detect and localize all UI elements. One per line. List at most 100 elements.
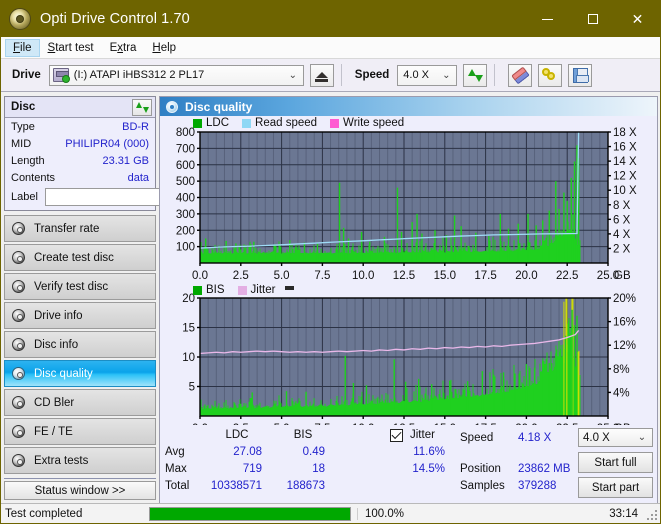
progress-bar	[149, 507, 351, 521]
svg-text:0.0: 0.0	[192, 270, 208, 282]
svg-text:6 X: 6 X	[613, 214, 631, 226]
progress-fill	[150, 508, 350, 520]
svg-text:GB: GB	[614, 270, 631, 282]
status-text: Test completed	[1, 508, 147, 520]
stats-speed-value: 4.18 X	[518, 432, 551, 444]
jitter-checkbox[interactable]	[390, 429, 403, 442]
disc-icon	[12, 251, 25, 264]
status-window-button[interactable]: Status window >>	[4, 481, 156, 500]
disc-value-length: 23.31 GB	[103, 155, 149, 167]
legend-swatch-jitter	[238, 286, 247, 295]
disc-icon	[12, 454, 25, 467]
sidebar-item-disc-info[interactable]: Disc info	[4, 331, 156, 358]
bis-chart: BIS Jitter 51015204%8%12%16%20%0.02.55.0…	[160, 284, 657, 444]
svg-text:15.0: 15.0	[434, 270, 456, 282]
svg-text:8%: 8%	[613, 364, 630, 376]
disc-refresh-button[interactable]	[132, 99, 152, 116]
svg-text:16 X: 16 X	[613, 142, 637, 154]
sidebar-item-disc-quality[interactable]: Disc quality	[4, 360, 156, 387]
stats-ldc-total: 10338571	[182, 480, 262, 492]
resize-grip[interactable]	[645, 508, 657, 520]
start-full-button[interactable]: Start full	[578, 452, 653, 473]
sidebar-item-extra-tests[interactable]: Extra tests	[4, 447, 156, 474]
eraser-icon	[511, 66, 530, 84]
app-window: Opti Drive Control 1.70 ✕ FFileile Start…	[0, 0, 661, 524]
drive-select[interactable]: (I:) ATAPI iHBS312 2 PL17 ⌄	[49, 65, 304, 86]
panel-header: Disc quality	[160, 97, 657, 116]
disc-info-panel: Disc Type BD-R MID PHILIPR04 (000) Lengt…	[4, 96, 156, 211]
sidebar-item-transfer-rate[interactable]: Transfer rate	[4, 215, 156, 242]
close-icon: ✕	[632, 12, 644, 26]
drive-select-value: (I:) ATAPI iHBS312 2 PL17	[74, 69, 204, 81]
erase-button[interactable]	[508, 64, 532, 87]
stats-ldc-max: 719	[192, 463, 262, 475]
menu-help[interactable]: Help	[144, 39, 184, 57]
disc-value-contents: data	[128, 172, 149, 184]
sidebar-item-label: FE / TE	[34, 426, 73, 438]
app-disc-icon	[9, 8, 31, 30]
sidebar-item-verify-test-disc[interactable]: Verify test disc	[4, 273, 156, 300]
maximize-button[interactable]	[570, 1, 615, 37]
stats-row-label-avg: Avg	[165, 446, 185, 458]
disc-key-length: Length	[11, 155, 45, 167]
disc-panel-title: Disc	[11, 101, 35, 113]
stats-bis-total: 188673	[270, 480, 325, 492]
content-panel: Disc quality LDC Read speed Write speed …	[159, 96, 658, 503]
svg-text:2 X: 2 X	[613, 243, 631, 255]
chevron-down-icon: ⌄	[285, 70, 301, 81]
menu-start-test[interactable]: Start test	[40, 39, 102, 57]
sidebar-item-cd-bler[interactable]: CD Bler	[4, 389, 156, 416]
window-title: Opti Drive Control 1.70	[40, 11, 190, 27]
sidebar-item-create-test-disc[interactable]: Create test disc	[4, 244, 156, 271]
stats-bis-avg: 0.49	[270, 446, 325, 458]
svg-text:200: 200	[176, 225, 195, 237]
disc-icon	[166, 101, 178, 113]
start-part-button[interactable]: Start part	[578, 477, 653, 498]
legend-swatch-ldc	[193, 119, 202, 128]
menu-file[interactable]: FFileile	[5, 39, 40, 57]
chevron-down-icon: ⌄	[438, 70, 454, 81]
eject-button[interactable]	[310, 64, 334, 87]
svg-text:500: 500	[176, 176, 195, 188]
keys-button[interactable]	[538, 64, 562, 87]
legend-label-bis: BIS	[206, 284, 225, 296]
close-button[interactable]: ✕	[615, 1, 660, 37]
sidebar-item-drive-info[interactable]: Drive info	[4, 302, 156, 329]
stats-row-label-max: Max	[165, 463, 187, 475]
ldc-chart: LDC Read speed Write speed 1002003004005…	[160, 116, 657, 284]
svg-text:400: 400	[176, 193, 195, 205]
disc-value-type: BD-R	[122, 121, 149, 133]
sidebar-item-label: Transfer rate	[34, 223, 99, 235]
speed-select[interactable]: 4.0 X ⌄	[397, 65, 457, 86]
nav-list: Transfer rate Create test disc Verify te…	[4, 215, 156, 476]
drive-label: Drive	[12, 69, 41, 81]
sidebar-item-label: Disc quality	[34, 368, 93, 380]
scale-marker-icon	[285, 286, 294, 290]
disc-icon	[12, 396, 25, 409]
sidebar-item-label: Verify test disc	[34, 281, 108, 293]
refresh-button[interactable]	[463, 64, 487, 87]
svg-text:10 X: 10 X	[613, 185, 637, 197]
eject-icon	[316, 72, 328, 78]
svg-text:100: 100	[176, 242, 195, 254]
svg-text:16%: 16%	[613, 317, 636, 329]
legend-swatch-write-speed	[330, 119, 339, 128]
save-button[interactable]	[568, 64, 592, 87]
legend-label-jitter: Jitter	[251, 284, 276, 296]
speed-select-value: 4.0 X	[403, 69, 429, 81]
stats-speed-label: Speed	[460, 432, 493, 444]
svg-text:12 X: 12 X	[613, 171, 637, 183]
stats-samples-value: 379288	[518, 480, 556, 492]
svg-text:12.5: 12.5	[393, 270, 415, 282]
minimize-button[interactable]	[525, 1, 570, 37]
toolbar-divider	[341, 64, 342, 86]
stats-samples-label: Samples	[460, 480, 505, 492]
floppy-save-icon	[573, 68, 588, 83]
menu-bar: FFileile Start test Extra Help	[1, 37, 660, 59]
svg-text:5.0: 5.0	[274, 270, 290, 282]
stats-header-bis: BIS	[282, 429, 324, 441]
svg-text:14 X: 14 X	[613, 156, 637, 168]
menu-extra[interactable]: Extra	[102, 39, 145, 57]
test-speed-select[interactable]: 4.0 X ⌄	[578, 428, 653, 447]
sidebar-item-fe-te[interactable]: FE / TE	[4, 418, 156, 445]
